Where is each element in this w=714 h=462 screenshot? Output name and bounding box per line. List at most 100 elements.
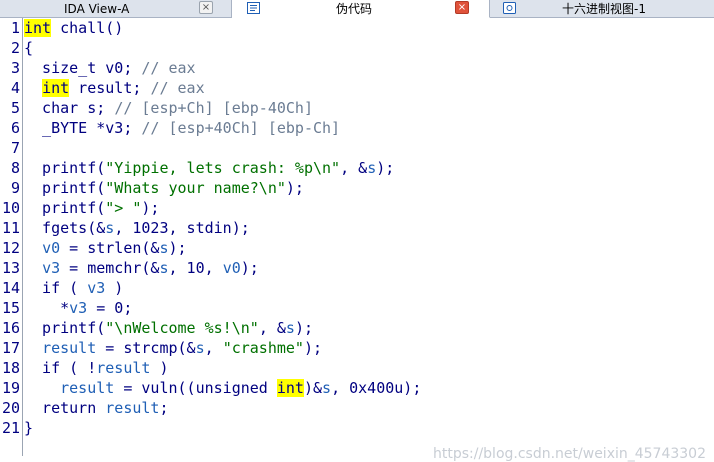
code-line[interactable]: 9 printf("Whats your name?\n"); bbox=[0, 178, 714, 198]
line-number: 12 bbox=[1, 239, 20, 257]
code-line[interactable]: 15 *v3 = 0; bbox=[0, 298, 714, 318]
code-text: printf("Yippie, lets crash: %p\n", &s); bbox=[24, 158, 394, 178]
code-line[interactable]: 21} bbox=[0, 418, 714, 438]
code-text: { bbox=[24, 38, 33, 58]
code-token: ); bbox=[285, 179, 304, 197]
code-text: if ( v3 ) bbox=[24, 278, 123, 298]
code-text: printf("Whats your name?\n"); bbox=[24, 178, 304, 198]
code-token: = memchr(& bbox=[60, 259, 160, 277]
close-icon[interactable]: × bbox=[199, 1, 213, 14]
code-token: ); bbox=[240, 259, 259, 277]
code-text: v3 = memchr(&s, 10, v0); bbox=[24, 258, 259, 278]
code-line[interactable]: 7 bbox=[0, 138, 714, 158]
variable-token: v3 bbox=[69, 299, 88, 317]
code-line[interactable]: 5 char s; // [esp+Ch] [ebp-40Ch] bbox=[0, 98, 714, 118]
code-token: char s; bbox=[24, 99, 115, 117]
variable-token: s bbox=[195, 339, 205, 357]
code-token: ); bbox=[303, 339, 323, 357]
code-line[interactable]: 19 result = vuln((unsigned int)&s, 0x400… bbox=[0, 378, 714, 398]
string-literal: "Yippie, lets crash: %p\n" bbox=[105, 159, 341, 177]
code-token: ); bbox=[376, 159, 395, 177]
code-line[interactable]: 13 v3 = memchr(&s, 10, v0); bbox=[0, 258, 714, 278]
code-token: ); bbox=[168, 239, 187, 257]
code-token: } bbox=[24, 419, 34, 437]
variable-token: s bbox=[285, 319, 295, 337]
code-line[interactable]: 3 size_t v0; // eax bbox=[0, 58, 714, 78]
code-token: = strcmp(& bbox=[96, 339, 196, 357]
code-text: fgets(&s, 1023, stdin); bbox=[24, 218, 250, 238]
code-line[interactable]: 17 result = strcmp(&s, "crashme"); bbox=[0, 338, 714, 358]
line-number: 18 bbox=[1, 359, 20, 377]
line-number: 14 bbox=[1, 279, 20, 297]
line-number: 19 bbox=[1, 379, 20, 397]
code-text: int chall() bbox=[24, 18, 123, 38]
code-text: printf("> "); bbox=[24, 198, 159, 218]
code-text: char s; // [esp+Ch] [ebp-40Ch] bbox=[24, 98, 313, 118]
code-token: if ( ! bbox=[24, 359, 97, 377]
code-token: chall() bbox=[51, 19, 124, 37]
code-text: v0 = strlen(&s); bbox=[24, 238, 187, 258]
code-line[interactable]: 4 int result; // eax bbox=[0, 78, 714, 98]
line-number: 8 bbox=[10, 159, 20, 177]
code-token: ) bbox=[105, 279, 124, 297]
line-number: 5 bbox=[10, 99, 20, 117]
code-line[interactable]: 14 if ( v3 ) bbox=[0, 278, 714, 298]
variable-token: s bbox=[105, 219, 115, 237]
code-line[interactable]: 1 int chall() bbox=[0, 18, 714, 38]
variable-token: result bbox=[105, 399, 160, 417]
tab-bar: IDA View-A × 伪代码 × 十六进制视图-1 bbox=[0, 0, 714, 18]
code-line[interactable]: 12 v0 = strlen(&s); bbox=[0, 238, 714, 258]
comment: // [esp+40Ch] [ebp-Ch] bbox=[141, 119, 341, 137]
highlighted-token: int bbox=[24, 19, 52, 37]
tab-label: 十六进制视图-1 bbox=[562, 2, 646, 16]
code-line[interactable]: 11 fgets(&s, 1023, stdin); bbox=[0, 218, 714, 238]
tab-hex-view-1[interactable]: 十六进制视图-1 bbox=[490, 0, 714, 17]
variable-token: s bbox=[159, 239, 169, 257]
hex-view-icon bbox=[502, 1, 516, 14]
code-line[interactable]: 20 return result; bbox=[0, 398, 714, 418]
line-number: 17 bbox=[1, 339, 20, 357]
variable-token: result bbox=[96, 359, 151, 377]
string-literal: "\nWelcome %s!\n" bbox=[105, 319, 259, 337]
code-text: printf("\nWelcome %s!\n", &s); bbox=[24, 318, 313, 338]
line-number: 13 bbox=[1, 259, 20, 277]
line-number: 6 bbox=[10, 119, 20, 137]
code-token: ); bbox=[294, 319, 313, 337]
code-text: int result; // eax bbox=[24, 78, 205, 98]
pseudocode-editor[interactable]: 1 int chall() 2{3 size_t v0; // eax 4 int r… bbox=[0, 18, 714, 462]
code-line[interactable]: 2{ bbox=[0, 38, 714, 58]
code-token: * bbox=[24, 299, 70, 317]
code-token: if ( bbox=[24, 279, 88, 297]
variable-token: v0 bbox=[42, 239, 61, 257]
code-line[interactable]: 6 _BYTE *v3; // [esp+40Ch] [ebp-Ch] bbox=[0, 118, 714, 138]
highlighted-token: int bbox=[276, 379, 304, 397]
code-token: fgets(& bbox=[24, 219, 106, 237]
code-token: , & bbox=[340, 159, 368, 177]
tab-label: IDA View-A bbox=[64, 1, 130, 16]
code-token: return bbox=[24, 399, 106, 417]
code-text: *v3 = 0; bbox=[24, 298, 132, 318]
line-number: 21 bbox=[1, 419, 20, 437]
code-text: _BYTE *v3; // [esp+40Ch] [ebp-Ch] bbox=[24, 118, 340, 138]
code-line[interactable]: 18 if ( !result ) bbox=[0, 358, 714, 378]
watermark: https://blog.csdn.net/weixin_45743302 bbox=[432, 446, 706, 462]
line-number: 2 bbox=[10, 39, 20, 57]
code-token: { bbox=[24, 39, 34, 57]
variable-token: result bbox=[60, 379, 115, 397]
code-token: = 0; bbox=[87, 299, 133, 317]
code-line[interactable]: 8 printf("Yippie, lets crash: %p\n", &s)… bbox=[0, 158, 714, 178]
close-icon[interactable]: × bbox=[455, 1, 469, 14]
line-number: 10 bbox=[1, 199, 20, 217]
variable-token: result bbox=[42, 339, 97, 357]
tab-ida-view-a[interactable]: IDA View-A × bbox=[0, 0, 232, 17]
code-token: ) bbox=[150, 359, 169, 377]
tab-pseudocode[interactable]: 伪代码 × bbox=[232, 0, 490, 18]
code-token: , 1023, stdin); bbox=[114, 219, 250, 237]
code-token: printf( bbox=[24, 319, 106, 337]
line-number: 9 bbox=[10, 179, 20, 197]
code-line[interactable]: 16 printf("\nWelcome %s!\n", &s); bbox=[0, 318, 714, 338]
code-line[interactable]: 10 printf("> "); bbox=[0, 198, 714, 218]
code-token: ; bbox=[159, 399, 169, 417]
